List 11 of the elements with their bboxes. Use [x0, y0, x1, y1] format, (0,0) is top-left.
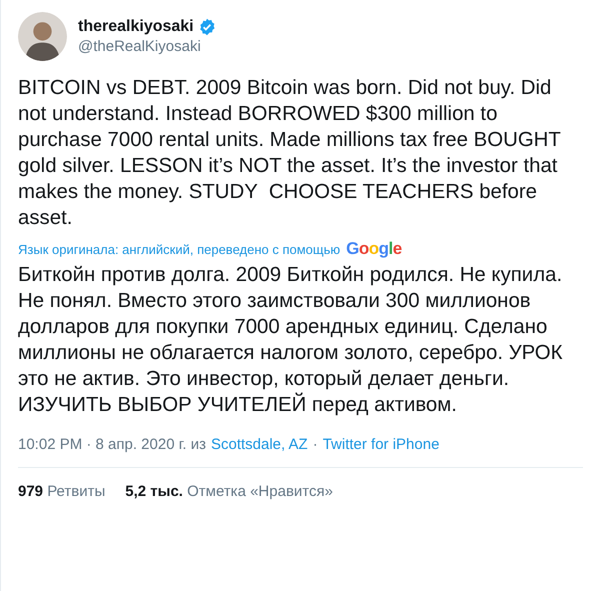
- avatar[interactable]: [18, 12, 67, 61]
- author-handle[interactable]: @theRealKiyosaki: [78, 38, 216, 55]
- stat-count[interactable]: 979 Ретвиты: [18, 483, 106, 500]
- author-name[interactable]: therealkiyosaki: [78, 18, 194, 36]
- translation-note: Язык оригинала: английский, переведено с помощью: [18, 242, 340, 257]
- tweet-text: BITCOIN vs DEBT. 2009 Bitcoin was born. Did not buy. Did not understand. Instead BORROWED $300 million to purchase 7000 rental units. Made millions tax free BOUGHT gold silver. LESSON it’s NOT the asset. It’s the investor that makes the money. STUDY CHOOSE TEACHERS before asset.: [18, 76, 562, 231]
- translated-text: Биткойн против долга. 2009 Биткойн родился. Не купила. Не понял. Вместо этого заимствовали 300 миллионов долларов для покупки 7000 арендных единиц. Сделано миллионы не облагается налогом золото, серебро. УРОК это не актив. Это инвестор, который делает деньги. ИЗУЧИТЬ ВЫБОР УЧИТЕЛЕЙ перед активом.: [18, 263, 564, 418]
- separator-dot: ·: [312, 436, 318, 453]
- stat-count[interactable]: 5,2 тыс. Отметка «Нравится»: [125, 483, 333, 500]
- tweet-timestamp: 10:02 PM · 8 апр. 2020 г. из: [18, 436, 206, 453]
- google-logo: Google: [346, 239, 402, 259]
